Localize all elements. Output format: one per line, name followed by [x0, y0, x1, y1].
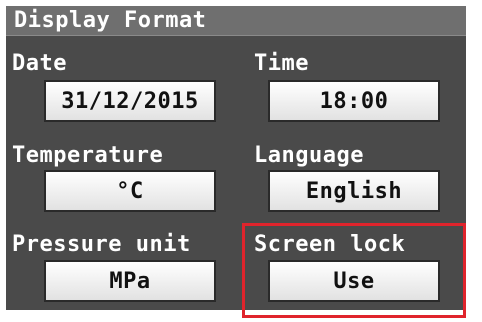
page-title: Display Format	[14, 8, 207, 33]
time-label: Time	[254, 51, 309, 76]
language-button[interactable]: English	[268, 170, 440, 212]
display-format-screen: Display Format Date 31/12/2015 Time 18:0…	[0, 0, 482, 322]
screen-lock-button[interactable]: Use	[268, 260, 440, 302]
language-label: Language	[254, 143, 364, 168]
temperature-label: Temperature	[12, 143, 164, 168]
temperature-button[interactable]: °C	[44, 170, 216, 212]
pressure-unit-button[interactable]: MPa	[44, 260, 216, 302]
date-button[interactable]: 31/12/2015	[44, 80, 216, 122]
lcd-panel: Display Format Date 31/12/2015 Time 18:0…	[6, 6, 466, 310]
date-label: Date	[12, 51, 67, 76]
screen-lock-label: Screen lock	[254, 232, 406, 257]
time-button[interactable]: 18:00	[268, 80, 440, 122]
pressure-unit-label: Pressure unit	[12, 232, 191, 257]
title-bar: Display Format	[6, 6, 466, 36]
